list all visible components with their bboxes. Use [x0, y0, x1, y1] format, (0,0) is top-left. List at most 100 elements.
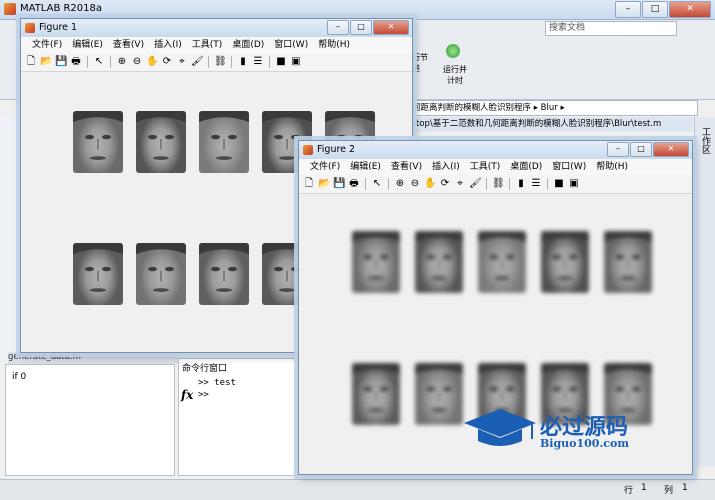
figure-1-close-button[interactable]: ✕ [373, 20, 409, 35]
data-cursor-icon[interactable]: ⌖ [176, 56, 188, 68]
figure-1-minimize-button[interactable]: – [327, 20, 349, 35]
menu-edit[interactable]: 编辑(E) [67, 37, 108, 53]
link-icon[interactable]: ⛓ [492, 178, 505, 190]
matlab-title: MATLAB R2018a [20, 3, 103, 14]
command-window[interactable] [178, 358, 303, 476]
pointer-icon[interactable]: ↖ [371, 178, 383, 190]
rotate-icon[interactable]: ⟳ [439, 178, 451, 190]
menu-window[interactable]: 窗口(W) [269, 37, 313, 53]
status-col-label: 列 [664, 486, 674, 496]
menu-insert[interactable]: 插入(I) [149, 37, 187, 53]
legend-icon[interactable]: ☰ [530, 178, 542, 190]
menu-help[interactable]: 帮助(H) [591, 159, 633, 175]
matlab-logo-icon [4, 3, 16, 15]
menu-file[interactable]: 文件(F) [27, 37, 67, 53]
print-icon[interactable]: 🖶 [348, 178, 360, 190]
save-icon[interactable]: 💾 [333, 178, 345, 190]
link-icon[interactable]: ⛓ [214, 56, 227, 68]
figure-1-maximize-button[interactable]: □ [350, 20, 372, 35]
zoom-in-icon[interactable]: ⊕ [394, 178, 406, 190]
minimize-button[interactable]: – [615, 1, 641, 18]
section-label[interactable]: 行节 进 [412, 52, 432, 74]
zoom-out-icon[interactable]: ⊖ [409, 178, 421, 190]
fx-icon[interactable]: fx [181, 388, 193, 402]
menu-tools[interactable]: 工具(T) [465, 159, 506, 175]
pan-icon[interactable]: ✋ [424, 178, 436, 190]
new-figure-icon[interactable]: 🗋 [303, 178, 315, 190]
face-image [73, 243, 123, 305]
colorbar-icon[interactable]: ▮ [237, 56, 249, 68]
face-image [136, 243, 186, 305]
menu-view[interactable]: 查看(V) [386, 159, 427, 175]
face-features [73, 243, 123, 292]
menu-file[interactable]: 文件(F) [305, 159, 345, 175]
pointer-icon[interactable]: ↖ [93, 56, 105, 68]
figure-2-title: Figure 2 [317, 144, 356, 155]
command-prompt[interactable]: >> [198, 390, 209, 400]
figure-icon [25, 23, 35, 33]
run-and-time-icon[interactable] [446, 44, 460, 58]
toolbar-separator [110, 56, 111, 68]
face-image [415, 231, 463, 293]
print-icon[interactable]: 🖶 [70, 56, 82, 68]
face-features [199, 111, 249, 160]
show-plot-tools-icon[interactable]: ▣ [568, 178, 580, 190]
hide-plot-tools-icon[interactable]: ■ [553, 178, 565, 190]
toolbar-separator [269, 56, 270, 68]
toolbar-separator [365, 178, 366, 190]
colorbar-icon[interactable]: ▮ [515, 178, 527, 190]
maximize-button[interactable]: □ [642, 1, 668, 18]
rotate-icon[interactable]: ⟳ [161, 56, 173, 68]
figure-2-close-button[interactable]: ✕ [653, 142, 689, 157]
face-features [199, 243, 249, 292]
run-and-time-label[interactable]: 运行并 计时 [440, 64, 470, 86]
brush-icon[interactable]: 🖌 [469, 178, 482, 190]
menu-window[interactable]: 窗口(W) [547, 159, 591, 175]
editor-pane[interactable] [5, 364, 175, 476]
face-features [415, 231, 463, 280]
pan-icon[interactable]: ✋ [146, 56, 158, 68]
face-image [352, 363, 400, 425]
open-icon[interactable]: 📂 [40, 56, 52, 68]
workspace-side-panel[interactable]: 工作区 [694, 117, 715, 467]
face-features [73, 111, 123, 160]
show-plot-tools-icon[interactable]: ▣ [290, 56, 302, 68]
figure-2-title-bar[interactable]: Figure 2 – □ ✕ [299, 141, 692, 159]
face-image [352, 231, 400, 293]
face-features [541, 231, 589, 280]
close-button[interactable]: ✕ [669, 1, 711, 18]
face-image [199, 243, 249, 305]
face-image [136, 111, 186, 173]
toolbar-separator [388, 178, 389, 190]
menu-help[interactable]: 帮助(H) [313, 37, 355, 53]
menu-tools[interactable]: 工具(T) [187, 37, 228, 53]
zoom-in-icon[interactable]: ⊕ [116, 56, 128, 68]
matlab-title-bar: MATLAB R2018a – □ ✕ [0, 0, 715, 20]
menu-view[interactable]: 查看(V) [108, 37, 149, 53]
graduation-cap-icon [464, 409, 536, 446]
save-icon[interactable]: 💾 [55, 56, 67, 68]
figure-2-minimize-button[interactable]: – [607, 142, 629, 157]
face-features [478, 231, 526, 280]
new-figure-icon[interactable]: 🗋 [25, 56, 37, 68]
menu-desktop[interactable]: 桌面(D) [505, 159, 547, 175]
face-features [415, 363, 463, 412]
figure-2-menu-bar: 文件(F) 编辑(E) 查看(V) 插入(I) 工具(T) 桌面(D) 窗口(W… [299, 159, 692, 175]
data-cursor-icon[interactable]: ⌖ [454, 178, 466, 190]
figure-1-title-bar[interactable]: Figure 1 – □ ✕ [21, 19, 412, 37]
zoom-out-icon[interactable]: ⊖ [131, 56, 143, 68]
editor-file-tab[interactable]: generate_data.m [8, 352, 178, 364]
figure-2-maximize-button[interactable]: □ [630, 142, 652, 157]
open-icon[interactable]: 📂 [318, 178, 330, 190]
menu-edit[interactable]: 编辑(E) [345, 159, 386, 175]
legend-icon[interactable]: ☰ [252, 56, 264, 68]
face-image [415, 363, 463, 425]
current-folder-path[interactable]: 何距离判断的模糊人脸识别程序 ▸ Blur ▸ [408, 100, 698, 116]
menu-insert[interactable]: 插入(I) [427, 159, 465, 175]
hide-plot-tools-icon[interactable]: ■ [275, 56, 287, 68]
face-image [604, 231, 652, 293]
toolbar-separator [509, 178, 510, 190]
search-documentation-input[interactable]: 搜索文档 [545, 21, 677, 36]
menu-desktop[interactable]: 桌面(D) [227, 37, 269, 53]
brush-icon[interactable]: 🖌 [191, 56, 204, 68]
